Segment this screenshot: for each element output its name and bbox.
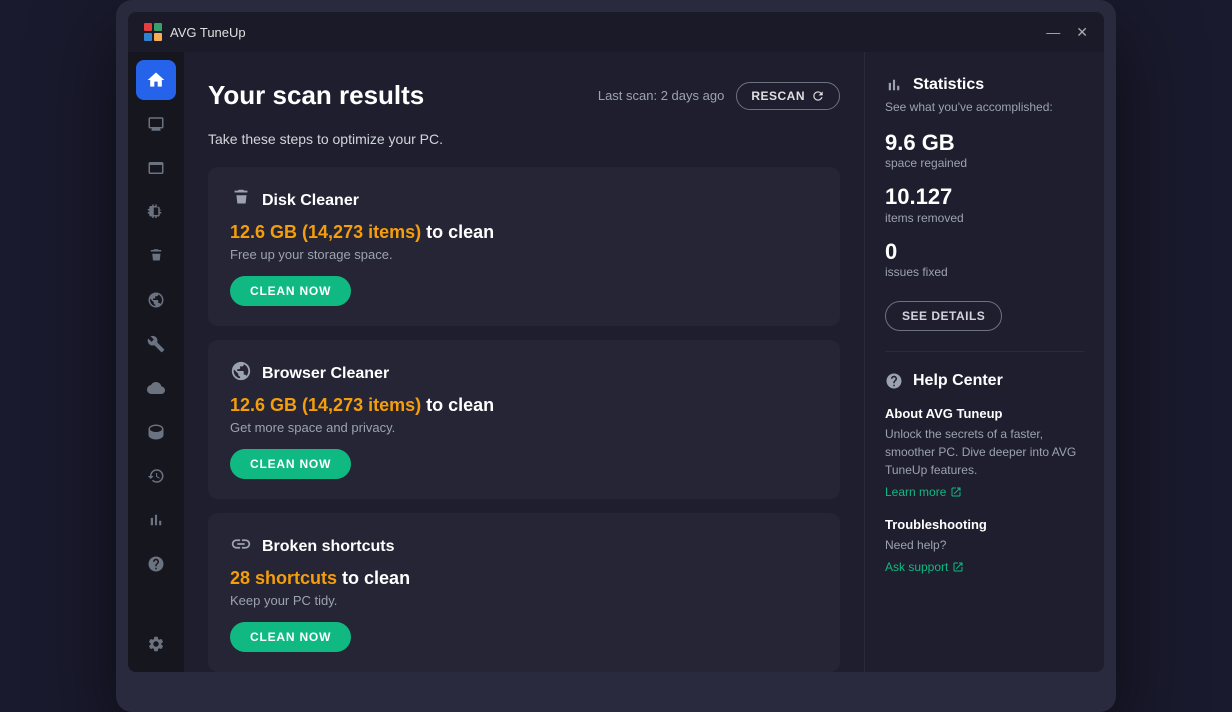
sidebar-item-tools[interactable] (136, 324, 176, 364)
sidebar-item-globe[interactable] (136, 280, 176, 320)
broken-shortcuts-header: Broken shortcuts (230, 533, 818, 560)
broken-shortcuts-card: Broken shortcuts 28 shortcuts to clean K… (208, 513, 840, 672)
title-bar-controls: — ✕ (1046, 24, 1088, 41)
app-title: AVG TuneUp (170, 25, 246, 40)
ask-support-link[interactable]: Ask support (885, 560, 1084, 574)
stats-icon (147, 511, 165, 529)
stat-items-label: items removed (885, 211, 1084, 225)
stats-panel-icon (885, 76, 903, 94)
broken-shortcuts-title: Broken shortcuts (262, 538, 394, 556)
broken-shortcuts-icon (230, 533, 252, 560)
close-button[interactable]: ✕ (1076, 24, 1088, 41)
rescan-icon (811, 89, 825, 103)
broken-shortcuts-button[interactable]: CLEAN NOW (230, 622, 351, 652)
browser-cleaner-card: Browser Cleaner 12.6 GB (14,273 items) t… (208, 340, 840, 499)
cards-container: Disk Cleaner 12.6 GB (14,273 items) to c… (208, 167, 840, 672)
help-troubleshooting-desc: Need help? (885, 536, 1084, 554)
main-content: Your scan results Last scan: 2 days ago … (184, 52, 864, 672)
sidebar-item-home[interactable] (136, 60, 176, 100)
boost-icon (147, 379, 165, 397)
stat-issues-fixed: 0 issues fixed (885, 239, 1084, 279)
sidebar-item-settings[interactable] (136, 624, 176, 664)
right-panel: Statistics See what you've accomplished:… (864, 52, 1104, 672)
browser-cleaner-amount: 12.6 GB (14,273 items) to clean (230, 395, 818, 416)
help-header: Help Center (885, 372, 1084, 390)
title-bar-left: AVG TuneUp (144, 23, 246, 41)
sidebar-item-data[interactable] (136, 412, 176, 452)
globe-icon (147, 291, 165, 309)
help-item-about: About AVG Tuneup Unlock the secrets of a… (885, 406, 1084, 499)
history-icon (147, 467, 165, 485)
stat-issues-value: 0 (885, 239, 1084, 265)
help-title: Help Center (913, 372, 1003, 390)
tools-icon (147, 335, 165, 353)
browser-cleaner-title: Browser Cleaner (262, 365, 389, 383)
sidebar-item-browser[interactable] (136, 148, 176, 188)
avg-logo (144, 23, 162, 41)
sidebar-item-help[interactable] (136, 544, 176, 584)
panel-divider (885, 351, 1084, 352)
broken-shortcuts-amount: 28 shortcuts to clean (230, 568, 818, 589)
stat-issues-label: issues fixed (885, 265, 1084, 279)
help-troubleshooting-title: Troubleshooting (885, 517, 1084, 532)
help-item-troubleshooting: Troubleshooting Need help? Ask support (885, 517, 1084, 574)
disk-cleaner-card: Disk Cleaner 12.6 GB (14,273 items) to c… (208, 167, 840, 326)
header-right: Last scan: 2 days ago RESCAN (598, 82, 840, 110)
disk-cleaner-button[interactable]: CLEAN NOW (230, 276, 351, 306)
stats-section: Statistics See what you've accomplished:… (885, 76, 1084, 331)
stat-space-label: space regained (885, 156, 1084, 170)
learn-more-link[interactable]: Learn more (885, 485, 1084, 499)
help-nav-icon (147, 555, 165, 573)
stat-space-value: 9.6 GB (885, 130, 1084, 156)
browser-cleaner-button[interactable]: CLEAN NOW (230, 449, 351, 479)
stats-subtitle: See what you've accomplished: (885, 100, 1084, 114)
sidebar-item-chip[interactable] (136, 192, 176, 232)
settings-icon (147, 635, 165, 653)
stats-title: Statistics (913, 76, 984, 94)
chip-icon (147, 203, 165, 221)
disk-cleaner-title: Disk Cleaner (262, 192, 359, 210)
stat-items-value: 10.127 (885, 184, 1084, 210)
cleaner-icon (147, 247, 165, 265)
sidebar-item-cleaner[interactable] (136, 236, 176, 276)
browser-cleaner-header: Browser Cleaner (230, 360, 818, 387)
browser-cleaner-desc: Get more space and privacy. (230, 420, 818, 435)
home-icon (146, 70, 166, 90)
page-header: Your scan results Last scan: 2 days ago … (208, 80, 840, 111)
see-details-button[interactable]: SEE DETAILS (885, 301, 1002, 331)
subtitle: Take these steps to optimize your PC. (208, 131, 840, 147)
last-scan-text: Last scan: 2 days ago (598, 88, 724, 103)
external-link-support-icon (952, 561, 964, 573)
rescan-button[interactable]: RESCAN (736, 82, 840, 110)
disk-cleaner-icon (230, 187, 252, 214)
rescan-label: RESCAN (751, 89, 805, 103)
browser-nav-icon (147, 159, 165, 177)
sidebar-item-boost[interactable] (136, 368, 176, 408)
page-title: Your scan results (208, 80, 424, 111)
computer-icon (147, 115, 165, 133)
help-about-desc: Unlock the secrets of a faster, smoother… (885, 425, 1084, 479)
sidebar (128, 52, 184, 672)
data-icon (147, 423, 165, 441)
sidebar-item-stats[interactable] (136, 500, 176, 540)
disk-cleaner-desc: Free up your storage space. (230, 247, 818, 262)
help-panel-icon (885, 372, 903, 390)
help-section: Help Center About AVG Tuneup Unlock the … (885, 372, 1084, 574)
stats-header: Statistics (885, 76, 1084, 94)
stat-space-regained: 9.6 GB space regained (885, 130, 1084, 170)
sidebar-item-history[interactable] (136, 456, 176, 496)
title-bar: AVG TuneUp — ✕ (128, 12, 1104, 52)
external-link-icon (950, 486, 962, 498)
laptop-wrapper: AVG TuneUp — ✕ (116, 0, 1116, 712)
disk-cleaner-header: Disk Cleaner (230, 187, 818, 214)
help-about-title: About AVG Tuneup (885, 406, 1084, 421)
browser-cleaner-icon (230, 360, 252, 387)
minimize-button[interactable]: — (1046, 24, 1060, 40)
sidebar-item-computer[interactable] (136, 104, 176, 144)
broken-shortcuts-desc: Keep your PC tidy. (230, 593, 818, 608)
app-body: Your scan results Last scan: 2 days ago … (128, 52, 1104, 672)
disk-cleaner-amount: 12.6 GB (14,273 items) to clean (230, 222, 818, 243)
stat-items-removed: 10.127 items removed (885, 184, 1084, 224)
laptop-screen: AVG TuneUp — ✕ (128, 12, 1104, 672)
